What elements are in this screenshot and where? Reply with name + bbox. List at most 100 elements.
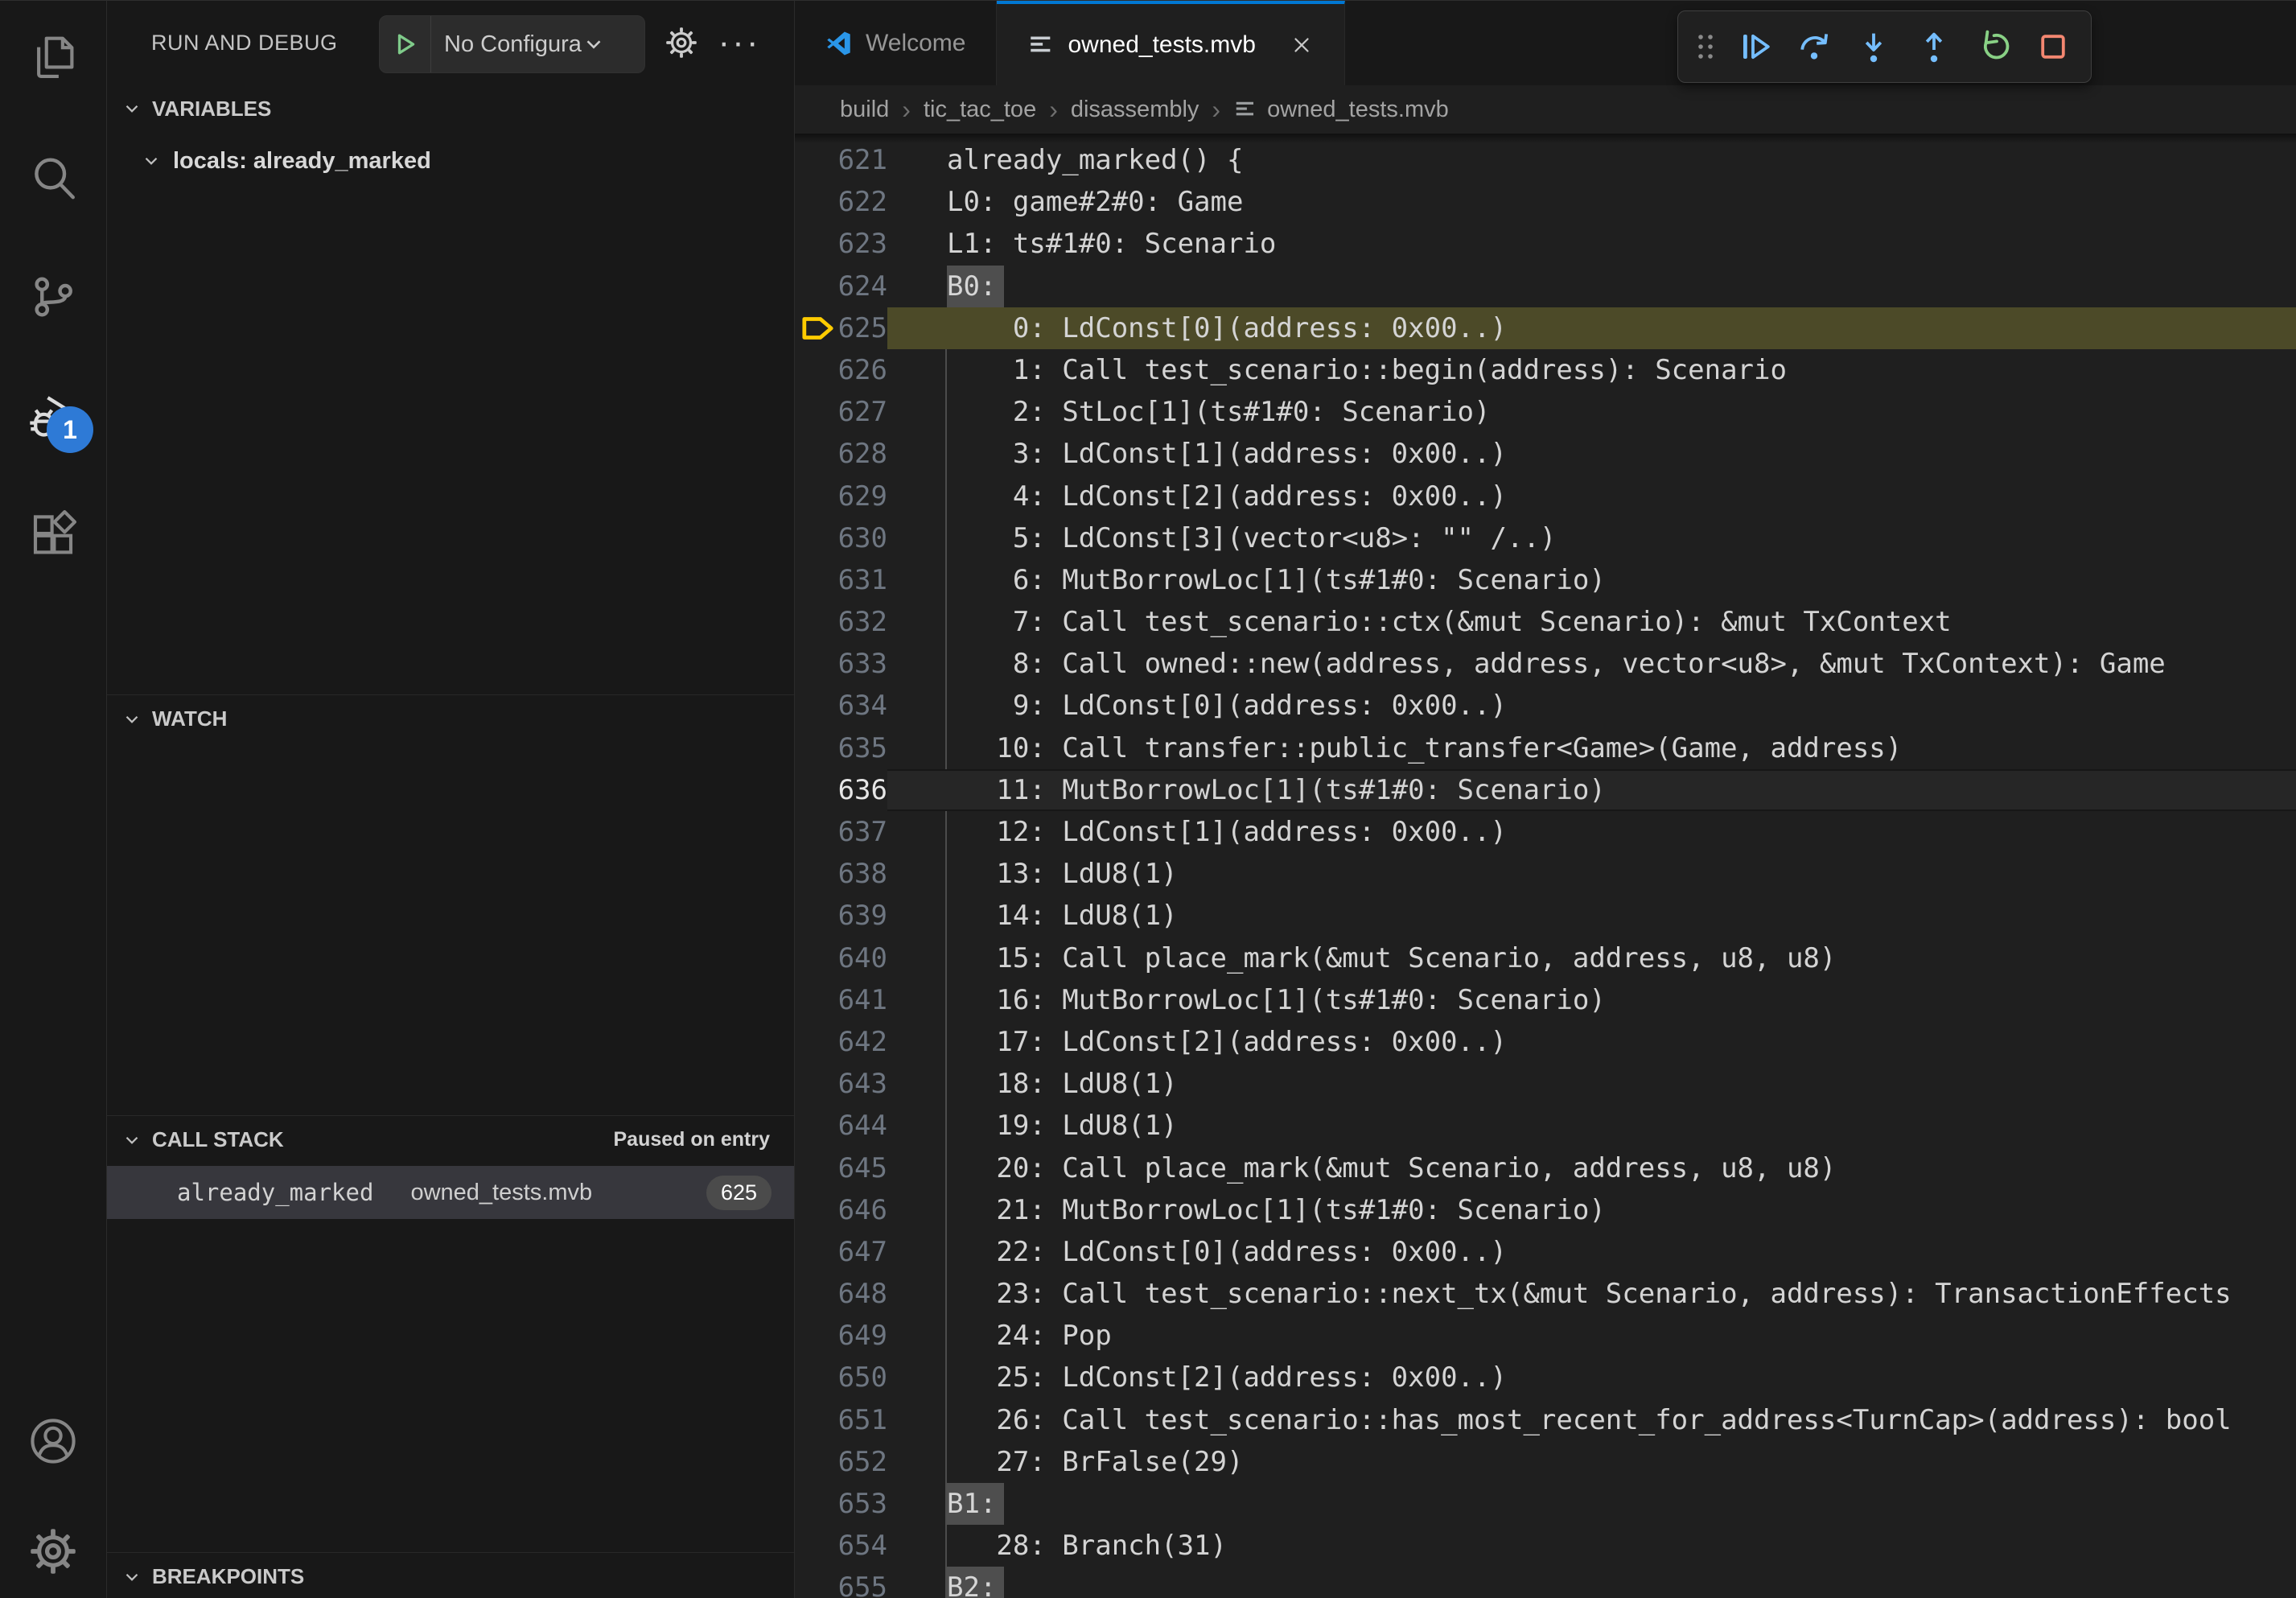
breakpoint-gutter[interactable] xyxy=(795,1357,835,1398)
breakpoint-gutter[interactable] xyxy=(795,349,835,391)
breakpoint-gutter[interactable] xyxy=(795,1147,835,1189)
close-tab-icon[interactable] xyxy=(1290,33,1314,57)
code-text[interactable]: 18: LdU8(1) xyxy=(887,1063,2296,1105)
debug-settings-gear-icon[interactable] xyxy=(660,22,702,64)
code-text[interactable]: B0: xyxy=(887,266,2296,307)
code-text[interactable]: 3: LdConst[1](address: 0x00..) xyxy=(887,433,2296,475)
settings-gear-icon[interactable] xyxy=(24,1522,82,1580)
step-out-button[interactable] xyxy=(1904,27,1964,66)
breakpoint-gutter[interactable] xyxy=(795,266,835,307)
breakpoint-gutter[interactable] xyxy=(795,1021,835,1063)
code-text[interactable]: 28: Branch(31) xyxy=(887,1525,2296,1567)
breakpoint-gutter[interactable] xyxy=(795,391,835,433)
code-text[interactable]: 9: LdConst[0](address: 0x00..) xyxy=(887,685,2296,727)
breakpoint-gutter[interactable] xyxy=(795,685,835,727)
code-text[interactable]: 23: Call test_scenario::next_tx(&mut Sce… xyxy=(887,1273,2296,1315)
continue-button[interactable] xyxy=(1725,27,1784,66)
breakpoint-gutter[interactable] xyxy=(795,223,835,265)
section-call-stack[interactable]: CALL STACK Paused on entry xyxy=(107,1115,794,1163)
extensions-icon[interactable] xyxy=(24,505,82,562)
code-text[interactable]: 1: Call test_scenario::begin(address): S… xyxy=(887,349,2296,391)
restart-button[interactable] xyxy=(1964,27,2023,66)
breakpoint-gutter[interactable] xyxy=(795,517,835,559)
configuration-dropdown[interactable]: No Configura xyxy=(431,16,644,72)
code-text[interactable]: 7: Call test_scenario::ctx(&mut Scenario… xyxy=(887,601,2296,643)
toolbar-drag-gripper[interactable] xyxy=(1686,27,1725,66)
code-text[interactable]: 13: LdU8(1) xyxy=(887,853,2296,895)
code-text[interactable]: L0: game#2#0: Game xyxy=(887,181,2296,223)
breakpoint-gutter[interactable] xyxy=(795,769,835,811)
breakpoint-gutter[interactable] xyxy=(795,1567,835,1598)
explorer-icon[interactable] xyxy=(24,28,82,86)
code-text[interactable]: 8: Call owned::new(address, address, vec… xyxy=(887,643,2296,685)
breadcrumb-item[interactable]: disassembly xyxy=(1071,97,1199,123)
code-text[interactable]: 19: LdU8(1) xyxy=(887,1105,2296,1147)
breadcrumb-item[interactable]: owned_tests.mvb xyxy=(1267,97,1449,123)
debug-current-line-pointer[interactable] xyxy=(795,307,835,349)
source-control-icon[interactable] xyxy=(24,268,82,326)
code-text[interactable]: 22: LdConst[0](address: 0x00..) xyxy=(887,1231,2296,1273)
breakpoint-gutter[interactable] xyxy=(795,139,835,181)
step-over-button[interactable] xyxy=(1784,27,1844,66)
code-text[interactable]: B1: xyxy=(887,1483,2296,1525)
breakpoint-gutter[interactable] xyxy=(795,1483,835,1525)
breadcrumb-item[interactable]: tic_tac_toe xyxy=(924,97,1036,123)
breakpoint-gutter[interactable] xyxy=(795,853,835,895)
code-text[interactable]: 25: LdConst[2](address: 0x00..) xyxy=(887,1357,2296,1398)
breakpoint-gutter[interactable] xyxy=(795,1063,835,1105)
breakpoint-gutter[interactable] xyxy=(795,1441,835,1483)
tab-welcome[interactable]: Welcome xyxy=(795,1,997,85)
section-variables[interactable]: VARIABLES xyxy=(107,84,794,133)
search-icon[interactable] xyxy=(24,149,82,207)
breadcrumb-item[interactable]: build xyxy=(840,97,889,123)
breakpoint-gutter[interactable] xyxy=(795,811,835,853)
code-text[interactable]: 24: Pop xyxy=(887,1315,2296,1357)
breakpoint-gutter[interactable] xyxy=(795,1315,835,1357)
stop-button[interactable] xyxy=(2023,27,2083,66)
breakpoint-gutter[interactable] xyxy=(795,727,835,769)
variables-scope-locals[interactable]: locals: already_marked xyxy=(107,136,794,186)
section-breakpoints[interactable]: BREAKPOINTS xyxy=(107,1552,794,1598)
code-text[interactable]: 6: MutBorrowLoc[1](ts#1#0: Scenario) xyxy=(887,559,2296,601)
code-text[interactable]: 12: LdConst[1](address: 0x00..) xyxy=(887,811,2296,853)
code-text[interactable]: 2: StLoc[1](ts#1#0: Scenario) xyxy=(887,391,2296,433)
start-debugging-button[interactable] xyxy=(380,16,431,72)
call-stack-frame[interactable]: already_marked owned_tests.mvb 625 xyxy=(107,1166,794,1219)
breakpoint-gutter[interactable] xyxy=(795,1105,835,1147)
breakpoint-gutter[interactable] xyxy=(795,895,835,937)
code-text[interactable]: 17: LdConst[2](address: 0x00..) xyxy=(887,1021,2296,1063)
views-more-actions-icon[interactable]: ··· xyxy=(718,22,760,64)
breakpoint-gutter[interactable] xyxy=(795,181,835,223)
code-text[interactable]: 5: LdConst[3](vector<u8>: "" /..) xyxy=(887,517,2296,559)
code-text[interactable]: 26: Call test_scenario::has_most_recent_… xyxy=(887,1399,2296,1441)
run-and-debug-icon[interactable]: 1 xyxy=(24,389,82,447)
code-text[interactable]: 16: MutBorrowLoc[1](ts#1#0: Scenario) xyxy=(887,979,2296,1021)
code-text[interactable]: 15: Call place_mark(&mut Scenario, addre… xyxy=(887,937,2296,979)
tab-owned-tests-mvb[interactable]: owned_tests.mvb xyxy=(997,1,1344,85)
code-text[interactable]: 27: BrFalse(29) xyxy=(887,1441,2296,1483)
code-text[interactable]: 4: LdConst[2](address: 0x00..) xyxy=(887,476,2296,517)
section-watch[interactable]: WATCH xyxy=(107,694,794,743)
breakpoint-gutter[interactable] xyxy=(795,1189,835,1231)
breakpoint-gutter[interactable] xyxy=(795,559,835,601)
code-text[interactable]: 0: LdConst[0](address: 0x00..) xyxy=(887,307,2296,349)
code-text[interactable]: 14: LdU8(1) xyxy=(887,895,2296,937)
code-text[interactable]: L1: ts#1#0: Scenario xyxy=(887,223,2296,265)
breakpoint-gutter[interactable] xyxy=(795,643,835,685)
breakpoint-gutter[interactable] xyxy=(795,937,835,979)
code-editor[interactable]: 621already_marked() {622L0: game#2#0: Ga… xyxy=(795,134,2296,1598)
breakpoint-gutter[interactable] xyxy=(795,1399,835,1441)
code-text[interactable]: 21: MutBorrowLoc[1](ts#1#0: Scenario) xyxy=(887,1189,2296,1231)
breakpoint-gutter[interactable] xyxy=(795,433,835,475)
code-text[interactable]: B2: xyxy=(887,1567,2296,1598)
account-icon[interactable] xyxy=(24,1412,82,1470)
breakpoint-gutter[interactable] xyxy=(795,1273,835,1315)
code-text[interactable]: 20: Call place_mark(&mut Scenario, addre… xyxy=(887,1147,2296,1189)
breakpoint-gutter[interactable] xyxy=(795,476,835,517)
breakpoint-gutter[interactable] xyxy=(795,979,835,1021)
code-text[interactable]: 11: MutBorrowLoc[1](ts#1#0: Scenario) xyxy=(887,769,2296,811)
breakpoint-gutter[interactable] xyxy=(795,601,835,643)
code-text[interactable]: 10: Call transfer::public_transfer<Game>… xyxy=(887,727,2296,769)
breakpoint-gutter[interactable] xyxy=(795,1525,835,1567)
breakpoint-gutter[interactable] xyxy=(795,1231,835,1273)
